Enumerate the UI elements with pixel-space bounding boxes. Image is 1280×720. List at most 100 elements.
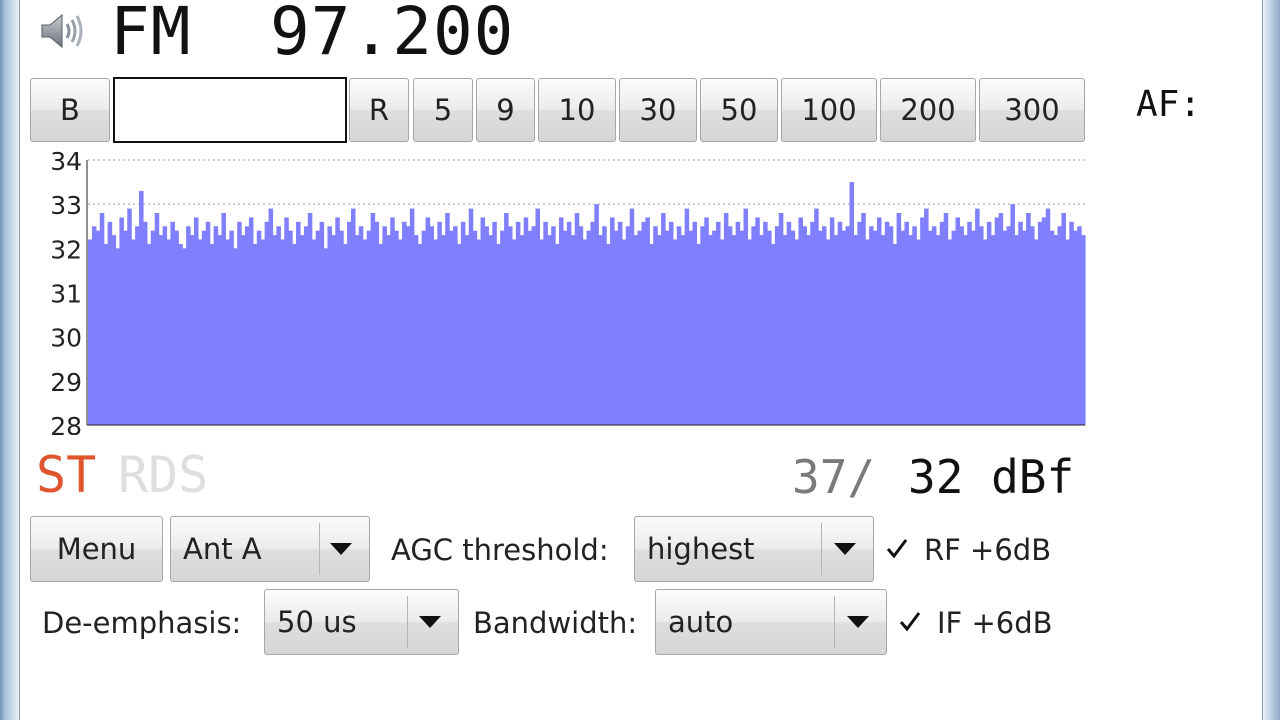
- step-10-button[interactable]: 10: [538, 78, 616, 142]
- signal-bar: [943, 213, 949, 425]
- signal-bar: [633, 235, 639, 425]
- signal-bar: [570, 235, 576, 425]
- agc-threshold-select[interactable]: highest: [634, 516, 874, 582]
- signal-bar: [131, 239, 136, 425]
- deemphasis-select[interactable]: 50 us: [264, 589, 459, 655]
- signal-bar: [1065, 239, 1070, 425]
- step-50-button[interactable]: 50: [700, 78, 778, 142]
- signal-bar: [637, 230, 643, 425]
- signal-bar: [150, 230, 156, 425]
- deemphasis-value: 50 us: [277, 605, 357, 639]
- y-axis-ticks: 34 33 32 31 30 29 28: [50, 147, 82, 435]
- signal-bar: [268, 208, 274, 425]
- signal-bar: [280, 239, 285, 425]
- signal-bar: [971, 230, 976, 425]
- signal-bar: [492, 221, 497, 425]
- signal-bar: [390, 217, 395, 425]
- signal-bar: [688, 230, 694, 425]
- chevron-down-icon[interactable]: [825, 517, 865, 581]
- signal-bar: [523, 217, 529, 425]
- signal-bar: [625, 226, 631, 425]
- signal-bar: [684, 208, 690, 425]
- signal-bar: [386, 235, 391, 425]
- signal-bar: [935, 235, 941, 425]
- antenna-select[interactable]: Ant A: [170, 516, 370, 582]
- signal-bar: [162, 226, 168, 425]
- signal-bar: [990, 235, 996, 425]
- signal-bar: [680, 235, 686, 425]
- chevron-down-icon[interactable]: [838, 590, 878, 654]
- step-300-button[interactable]: 300: [979, 78, 1085, 142]
- signal-bar: [641, 221, 646, 425]
- signal-bar: [166, 239, 172, 425]
- signal-bar: [845, 226, 851, 425]
- step-9-button[interactable]: 9: [476, 78, 535, 142]
- signal-bar: [1002, 230, 1008, 425]
- signal-bar: [735, 221, 741, 425]
- signal-bar: [417, 243, 423, 425]
- signal-bar: [829, 217, 835, 425]
- signal-bar: [994, 217, 1000, 425]
- signal-bar: [413, 235, 419, 425]
- signal-bar: [425, 217, 431, 425]
- signal-bar: [307, 213, 313, 425]
- signal-bar: [1053, 235, 1059, 425]
- speaker-icon[interactable]: [38, 10, 86, 52]
- if-boost-checkbox[interactable]: [897, 609, 923, 635]
- signal-bar: [500, 230, 505, 425]
- signal-bar: [794, 239, 800, 425]
- signal-bar: [653, 226, 658, 425]
- frequency-input[interactable]: [113, 77, 347, 143]
- antenna-value: Ant A: [183, 532, 262, 566]
- signal-bar: [276, 226, 281, 425]
- signal-bar: [115, 248, 121, 425]
- signal-bar: [924, 208, 929, 425]
- step-5-button[interactable]: 5: [413, 78, 473, 142]
- signal-bar: [358, 226, 364, 425]
- signal-bar: [578, 226, 584, 425]
- signal-bar: [814, 208, 819, 425]
- signal-bar: [896, 213, 902, 425]
- af-label: AF:: [1136, 84, 1202, 125]
- chevron-down-icon[interactable]: [410, 590, 450, 654]
- bandwidth-select[interactable]: auto: [655, 589, 887, 655]
- signal-bar: [1041, 217, 1047, 425]
- signal-bar: [900, 230, 906, 425]
- signal-bar: [873, 230, 878, 425]
- signal-bar: [531, 226, 537, 425]
- signal-bar: [778, 213, 784, 425]
- signal-bar: [527, 230, 533, 425]
- signal-bar: [197, 239, 203, 425]
- step-100-button[interactable]: 100: [781, 78, 877, 142]
- band-button[interactable]: B: [30, 78, 110, 142]
- reset-button[interactable]: R: [349, 78, 409, 142]
- step-200-button[interactable]: 200: [880, 78, 976, 142]
- signal-bar: [119, 217, 124, 425]
- signal-bar: [555, 243, 560, 425]
- signal-bar: [672, 239, 678, 425]
- signal-bar: [154, 213, 160, 425]
- signal-bar: [347, 221, 352, 425]
- if-boost-label: IF +6dB: [937, 606, 1053, 640]
- rf-boost-checkbox[interactable]: [884, 536, 910, 562]
- signal-bar: [370, 213, 376, 425]
- signal-bar: [904, 221, 909, 425]
- signal-bar: [1081, 235, 1086, 425]
- step-30-button[interactable]: 30: [619, 78, 697, 142]
- signal-bar: [394, 230, 399, 425]
- y-tick-label: 30: [50, 324, 82, 353]
- signal-bar: [366, 230, 372, 425]
- signal-bar: [822, 226, 827, 425]
- signal-bar: [303, 226, 309, 425]
- signal-bar: [849, 182, 855, 425]
- signal-bar: [590, 221, 595, 425]
- signal-bar: [288, 230, 293, 425]
- signal-bar: [142, 221, 148, 425]
- signal-bar: [617, 221, 623, 425]
- signal-bar: [939, 221, 945, 425]
- signal-bar: [221, 213, 226, 425]
- signal-bar: [582, 239, 588, 425]
- chevron-down-icon[interactable]: [321, 517, 361, 581]
- signal-bar: [111, 235, 117, 425]
- menu-button[interactable]: Menu: [30, 516, 163, 582]
